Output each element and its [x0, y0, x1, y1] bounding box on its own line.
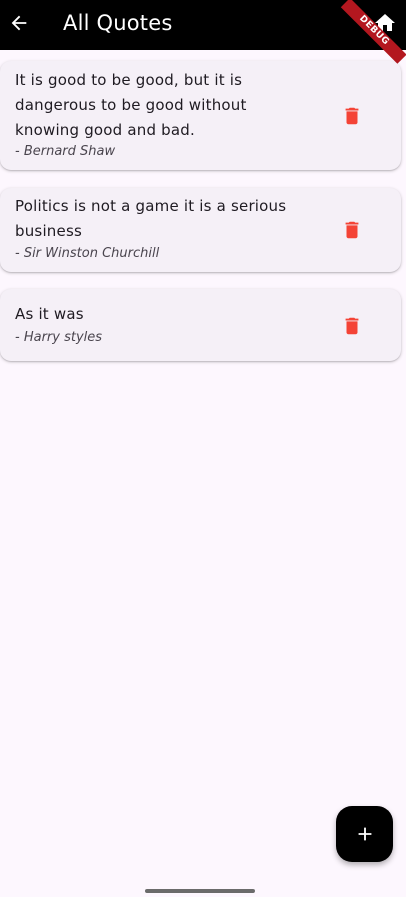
back-button[interactable] [6, 8, 32, 38]
quote-author: - Bernard Shaw [15, 144, 116, 159]
quote-card[interactable]: It is good to be good, but it is dangero… [0, 61, 401, 170]
quote-text: It is good to be good, but it is dangero… [15, 71, 247, 139]
quote-author: - Sir Winston Churchill [15, 246, 160, 261]
quote-card[interactable]: Politics is not a game it is a serious b… [0, 188, 401, 272]
delete-button[interactable] [340, 218, 364, 242]
quote-author: - Harry styles [15, 330, 103, 345]
add-quote-button[interactable] [336, 806, 393, 862]
quote-text: As it was [15, 305, 84, 323]
page-title: All Quotes [63, 11, 173, 35]
delete-button[interactable] [340, 314, 364, 338]
quote-text: Politics is not a game it is a serious b… [15, 197, 287, 240]
plus-icon [358, 827, 371, 841]
delete-icon [345, 317, 359, 335]
home-indicator[interactable] [145, 889, 255, 893]
delete-button[interactable] [340, 104, 364, 128]
delete-icon [345, 107, 359, 125]
delete-icon [345, 221, 359, 239]
app-bar: All Quotes DEBUG [0, 0, 406, 64]
quote-card[interactable]: As it was - Harry styles [0, 289, 401, 361]
arrow-back-icon [11, 15, 27, 31]
